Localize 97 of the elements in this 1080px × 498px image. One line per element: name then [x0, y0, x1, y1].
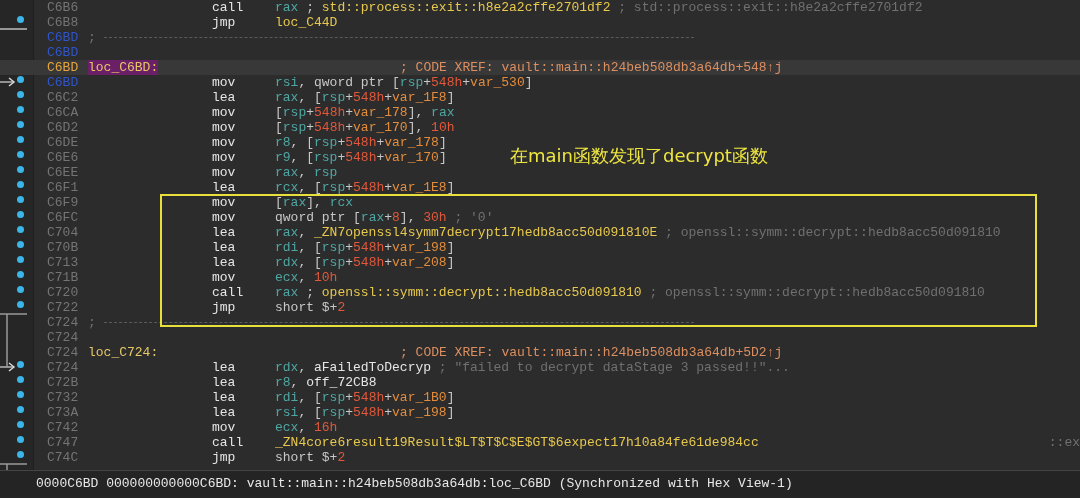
operand-text: [rsp+548h+var_178], rax: [275, 105, 455, 120]
mnemonic-text: lea: [212, 180, 237, 195]
mnemonic-text: lea: [212, 255, 237, 270]
mnemonic-text: mov: [212, 165, 237, 180]
operand-text: rcx, [rsp+548h+var_1E8]: [275, 180, 455, 195]
mnemonic-text: lea: [212, 225, 237, 240]
xref-comment[interactable]: ; CODE XREF: vault::main::h24beb508db3a64db+548↑j: [400, 60, 783, 75]
mnemonic-text: lea: [212, 90, 237, 105]
address-text: C6BD: [46, 75, 80, 90]
address-text: C6F9: [46, 195, 80, 210]
operand-text: rsi, qword ptr [rsp+548h+var_530]: [275, 75, 533, 90]
mnemonic-text: lea: [212, 360, 237, 375]
address-text: C732: [46, 390, 80, 405]
address-text: C6BD: [46, 30, 80, 45]
address-text: C6D2: [46, 120, 80, 135]
operand-text: rax ; openssl::symm::decrypt::hedb8acc50d091810: [275, 285, 642, 300]
comment-text: ; "failed to decrypt dataStage 3 passed!!"...: [438, 360, 790, 375]
mnemonic-text: mov: [212, 120, 237, 135]
operand-text: qword ptr [rax+8], 30h: [275, 210, 447, 225]
operand-text: rdx, aFailedToDecryp: [275, 360, 432, 375]
mnemonic-text: mov: [212, 270, 237, 285]
address-text: C6B6: [46, 0, 80, 15]
jump-connector-line: [6, 313, 8, 368]
address-text: C6BD: [46, 45, 80, 60]
operand-text: rax ; std::process::exit::h8e2a2cffe2701df2: [275, 0, 611, 15]
mnemonic-text: jmp: [212, 15, 237, 30]
address-text: C6F1: [46, 180, 80, 195]
mnemonic-text: mov: [212, 105, 237, 120]
address-text: C6FC: [46, 210, 80, 225]
operand-text: rdx, [rsp+548h+var_208]: [275, 255, 455, 270]
operand-text: r8, off_72CB8: [275, 375, 377, 390]
operand-text: r9, [rsp+548h+var_170]: [275, 150, 447, 165]
address-text: C747: [46, 435, 80, 450]
mnemonic-text: call: [212, 0, 245, 15]
address-text: C6EE: [46, 165, 80, 180]
address-text: C742: [46, 420, 80, 435]
mnemonic-text: jmp: [212, 450, 237, 465]
address-text: C73A: [46, 405, 80, 420]
address-text: C6C2: [46, 90, 80, 105]
operand-text: rdi, [rsp+548h+var_198]: [275, 240, 455, 255]
mnemonic-text: mov: [212, 150, 237, 165]
address-text: C713: [46, 255, 80, 270]
xref-comment[interactable]: ; CODE XREF: vault::main::h24beb508db3a64db+5D2↑j: [400, 345, 783, 360]
address-text: C720: [46, 285, 80, 300]
address-text: C6E6: [46, 150, 80, 165]
code-label[interactable]: loc_C6BD:: [88, 60, 159, 75]
address-text: C724: [46, 330, 80, 345]
operand-text: ecx, 10h: [275, 270, 338, 285]
address-text: C724: [46, 345, 80, 360]
mnemonic-text: lea: [212, 375, 237, 390]
operand-text: rdi, [rsp+548h+var_1B0]: [275, 390, 455, 405]
status-text: 0000C6BD 000000000000C6BD: vault::main::h24beb508db3a64db:loc_C6BD (Synchronized with Hex View-1): [36, 476, 793, 491]
address-text: C74C: [46, 450, 80, 465]
mnemonic-text: call: [212, 435, 245, 450]
comment-text: ; openssl::symm::decrypt::hedb8acc50d091810: [649, 285, 985, 300]
operand-text: _ZN4core6result19Result$LT$T$C$E$GT$6expect17h10a84fe61de984cc: [275, 435, 759, 450]
address-text: C70B: [46, 240, 80, 255]
mnemonic-text: mov: [212, 195, 237, 210]
address-text: C6BD: [46, 60, 80, 75]
comment-text: ; openssl::symm::decrypt::hedb8acc50d091810: [665, 225, 1001, 240]
operand-text: rax, rsp: [275, 165, 338, 180]
address-text: C6B8: [46, 15, 80, 30]
operand-text: short $+2: [275, 450, 346, 465]
address-text: C724: [46, 315, 80, 330]
code-label[interactable]: loc_C724:: [88, 345, 159, 360]
address-text: C6DE: [46, 135, 80, 150]
mnemonic-text: jmp: [212, 300, 237, 315]
mnemonic-text: mov: [212, 210, 237, 225]
comment-text: ; std::process::exit::h8e2a2cffe2701df2: [618, 0, 923, 15]
operand-text: r8, [rsp+548h+var_178]: [275, 135, 447, 150]
address-text: C722: [46, 300, 80, 315]
address-text: C704: [46, 225, 80, 240]
annotation-text: 在main函数发现了decrypt函数: [510, 144, 768, 168]
operand-text: [rsp+548h+var_170], 10h: [275, 120, 455, 135]
address-text: C72B: [46, 375, 80, 390]
mnemonic-text: mov: [212, 135, 237, 150]
mnemonic-text: call: [212, 285, 245, 300]
mnemonic-text: lea: [212, 390, 237, 405]
mnemonic-text: mov: [212, 75, 237, 90]
mnemonic-text: lea: [212, 405, 237, 420]
address-text: C724: [46, 360, 80, 375]
mnemonic-text: lea: [212, 240, 237, 255]
jump-connector-line: [6, 463, 8, 470]
operand-text: rax, [rsp+548h+var_1F8]: [275, 90, 455, 105]
operand-text: short $+2: [275, 300, 346, 315]
operand-text: rsi, [rsp+548h+var_198]: [275, 405, 455, 420]
comment-text: ; '0': [454, 210, 494, 225]
address-text: C6CA: [46, 105, 80, 120]
comment-text: ;: [88, 30, 96, 45]
address-text: C71B: [46, 270, 80, 285]
comment-text: ::ex: [1048, 435, 1080, 450]
mnemonic-text: mov: [212, 420, 237, 435]
operand-text: rax, _ZN7openssl4symm7decrypt17hedb8acc50d091810E: [275, 225, 658, 240]
comment-text: ;: [88, 315, 96, 330]
operand-text: loc_C44D: [275, 15, 338, 30]
operand-text: [rax], rcx: [275, 195, 354, 210]
operand-text: ecx, 16h: [275, 420, 338, 435]
